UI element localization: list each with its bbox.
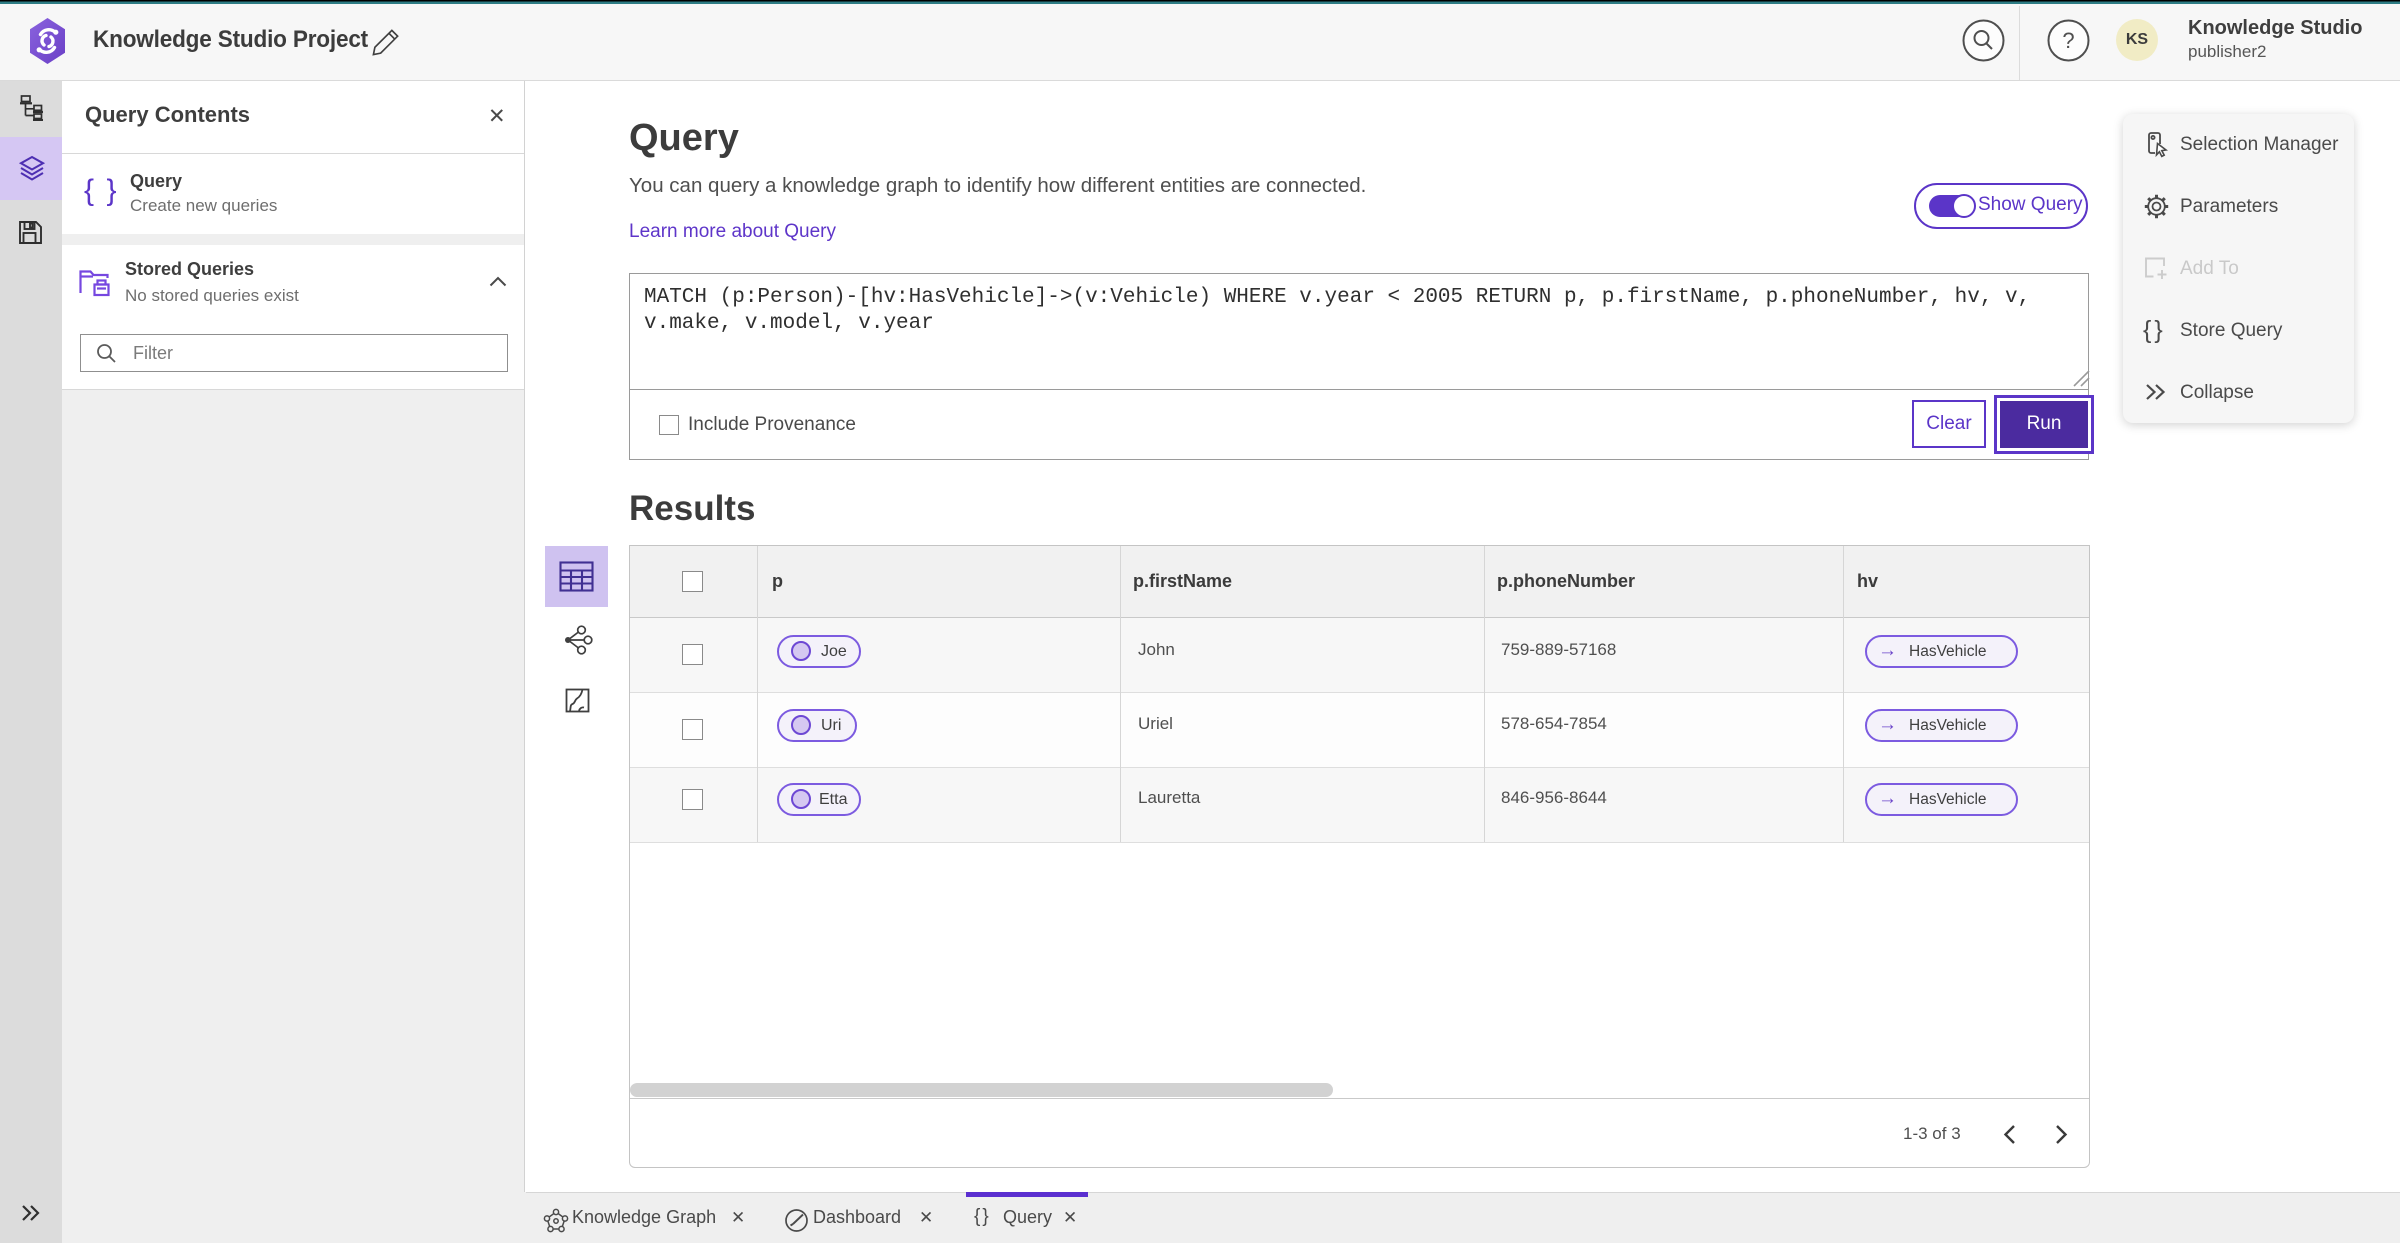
- svg-text:?: ?: [2062, 28, 2074, 53]
